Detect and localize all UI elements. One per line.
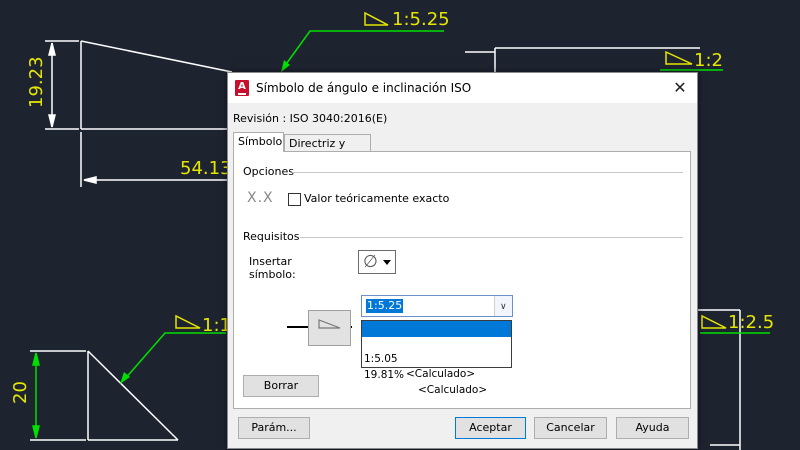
slope-preview <box>308 310 351 346</box>
slope-icon <box>665 50 693 65</box>
diameter-icon: ∅ <box>363 252 378 272</box>
autocad-app-icon: A <box>235 80 249 96</box>
list-item-ratio: 19.81% <box>364 369 405 381</box>
leader-line <box>123 332 226 381</box>
tab-leader-text[interactable]: Directriz y texto <box>284 134 371 167</box>
ok-button[interactable]: Aceptar <box>455 417 526 439</box>
dimension-text: 19.23 <box>26 56 47 108</box>
list-item-tag: <Calculado> <box>406 368 476 380</box>
slope-value-list: 1:5.25 <Original> 1:5.05 <Calculado> 19.… <box>361 320 512 396</box>
exact-value-checkbox[interactable] <box>288 193 301 206</box>
arrowhead <box>83 176 97 184</box>
annotation-text: 1:2 <box>694 50 723 71</box>
insert-symbol-label: Insertar símbolo: <box>249 255 296 281</box>
insert-symbol-dropdown-button[interactable]: ∅ <box>358 250 396 274</box>
part-edge <box>80 40 233 73</box>
options-heading: Opciones <box>243 165 294 178</box>
dimension-text: 54.13 <box>180 158 232 179</box>
requirements-heading: Requisitos <box>243 230 300 243</box>
slope-icon <box>175 314 201 329</box>
slope-icon <box>701 314 727 329</box>
dimension-text: 20 <box>10 381 31 404</box>
part-edge <box>87 350 179 441</box>
revision-label: Revisión : ISO 3040:2016(E) <box>233 112 388 125</box>
cancel-button[interactable]: Cancelar <box>534 417 607 439</box>
list-item[interactable]: 1:5.05 <Calculado> <box>362 337 511 380</box>
arrowhead <box>48 114 56 128</box>
arrowhead <box>48 42 56 56</box>
slope-icon <box>364 11 389 26</box>
section-divider <box>292 172 683 173</box>
combo-dropdown-button[interactable]: ∨ <box>494 296 512 316</box>
chevron-down-icon <box>383 260 391 265</box>
insert-symbol-label-line2: símbolo: <box>249 268 296 281</box>
insert-symbol-label-line1: Insertar <box>249 255 292 268</box>
combo-selected-value[interactable]: 1:5.25 <box>366 299 404 313</box>
list-item-tag: <Calculado> <box>418 384 488 396</box>
arrowhead <box>32 352 40 366</box>
slope-symbol-dialog: A Símbolo de ángulo e inclinación ISO ✕ … <box>227 72 698 449</box>
clear-button[interactable]: Borrar <box>243 375 319 397</box>
leader-line <box>283 30 444 68</box>
list-item[interactable]: 19.81% <Calculado> <box>362 353 511 396</box>
annotation-text: 1:2.5 <box>728 312 774 333</box>
dialog-title: Símbolo de ángulo e inclinación ISO <box>256 81 472 95</box>
basic-dimension-icon: X.X <box>247 190 274 206</box>
params-button[interactable]: Parám... <box>238 417 310 439</box>
slope-value-combobox[interactable]: 1:5.25 ∨ <box>361 295 513 317</box>
close-icon[interactable]: ✕ <box>663 73 697 103</box>
annotation-text: 1:5.25 <box>392 9 450 30</box>
help-button[interactable]: Ayuda <box>616 417 689 439</box>
tab-symbol[interactable]: Símbolo <box>233 132 284 152</box>
exact-value-label[interactable]: Valor teóricamente exacto <box>304 192 449 205</box>
slope-icon <box>318 319 341 329</box>
arrowhead <box>32 425 40 439</box>
chevron-down-icon: ∨ <box>500 302 507 312</box>
title-bar[interactable]: A Símbolo de ángulo e inclinación ISO ✕ <box>228 73 697 103</box>
list-item[interactable]: 1:5.25 <Original> <box>362 321 511 364</box>
section-divider <box>300 237 683 238</box>
